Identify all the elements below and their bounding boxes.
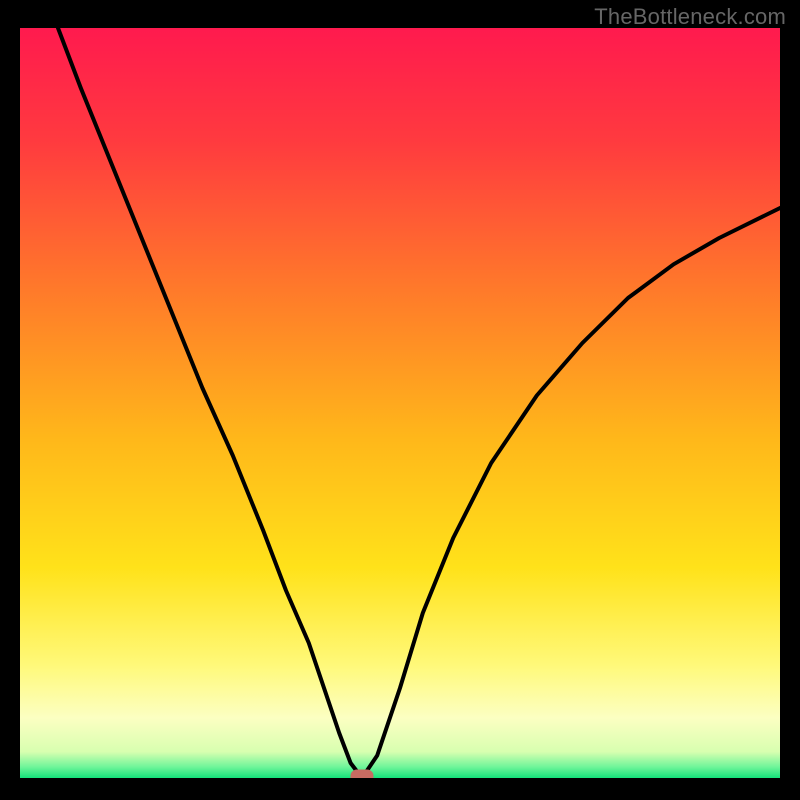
optimal-point-marker: [351, 770, 373, 778]
plot-area: [20, 28, 780, 778]
chart-frame: TheBottleneck.com: [0, 0, 800, 800]
watermark-text: TheBottleneck.com: [594, 4, 786, 30]
bottleneck-chart: [20, 28, 780, 778]
gradient-background: [20, 28, 780, 778]
